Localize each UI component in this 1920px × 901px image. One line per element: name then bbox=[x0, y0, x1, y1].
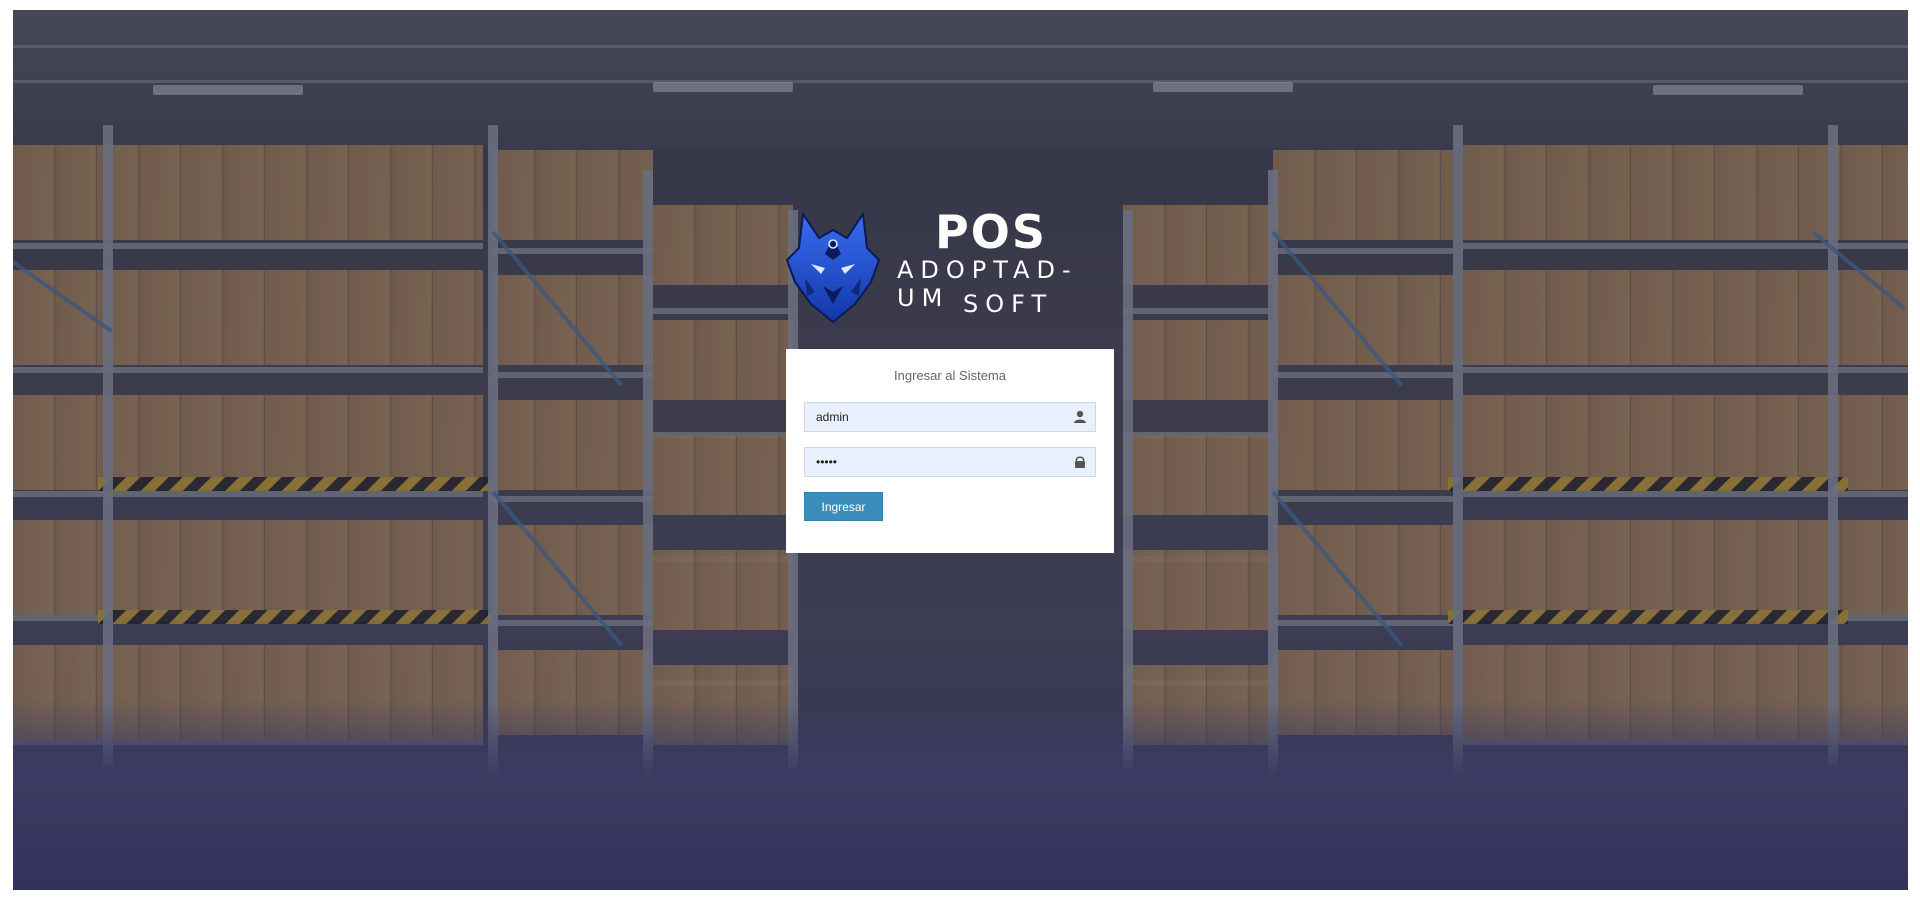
login-button[interactable]: Ingresar bbox=[804, 492, 883, 521]
username-field bbox=[804, 402, 1096, 432]
password-field bbox=[804, 447, 1096, 477]
brand-subtitle-line2: SOFT bbox=[963, 290, 1054, 318]
user-icon bbox=[1074, 410, 1086, 423]
wolf-icon bbox=[785, 211, 881, 323]
brand-logo: POS ADOPTAD-UM SOFT bbox=[785, 200, 1095, 325]
lock-icon bbox=[1075, 456, 1085, 468]
login-box: Ingresar al Sistema Ingresar bbox=[786, 349, 1114, 553]
password-input[interactable] bbox=[805, 448, 1095, 476]
username-input[interactable] bbox=[805, 403, 1095, 431]
brand-title: POS bbox=[935, 205, 1047, 259]
login-heading: Ingresar al Sistema bbox=[894, 368, 1006, 383]
